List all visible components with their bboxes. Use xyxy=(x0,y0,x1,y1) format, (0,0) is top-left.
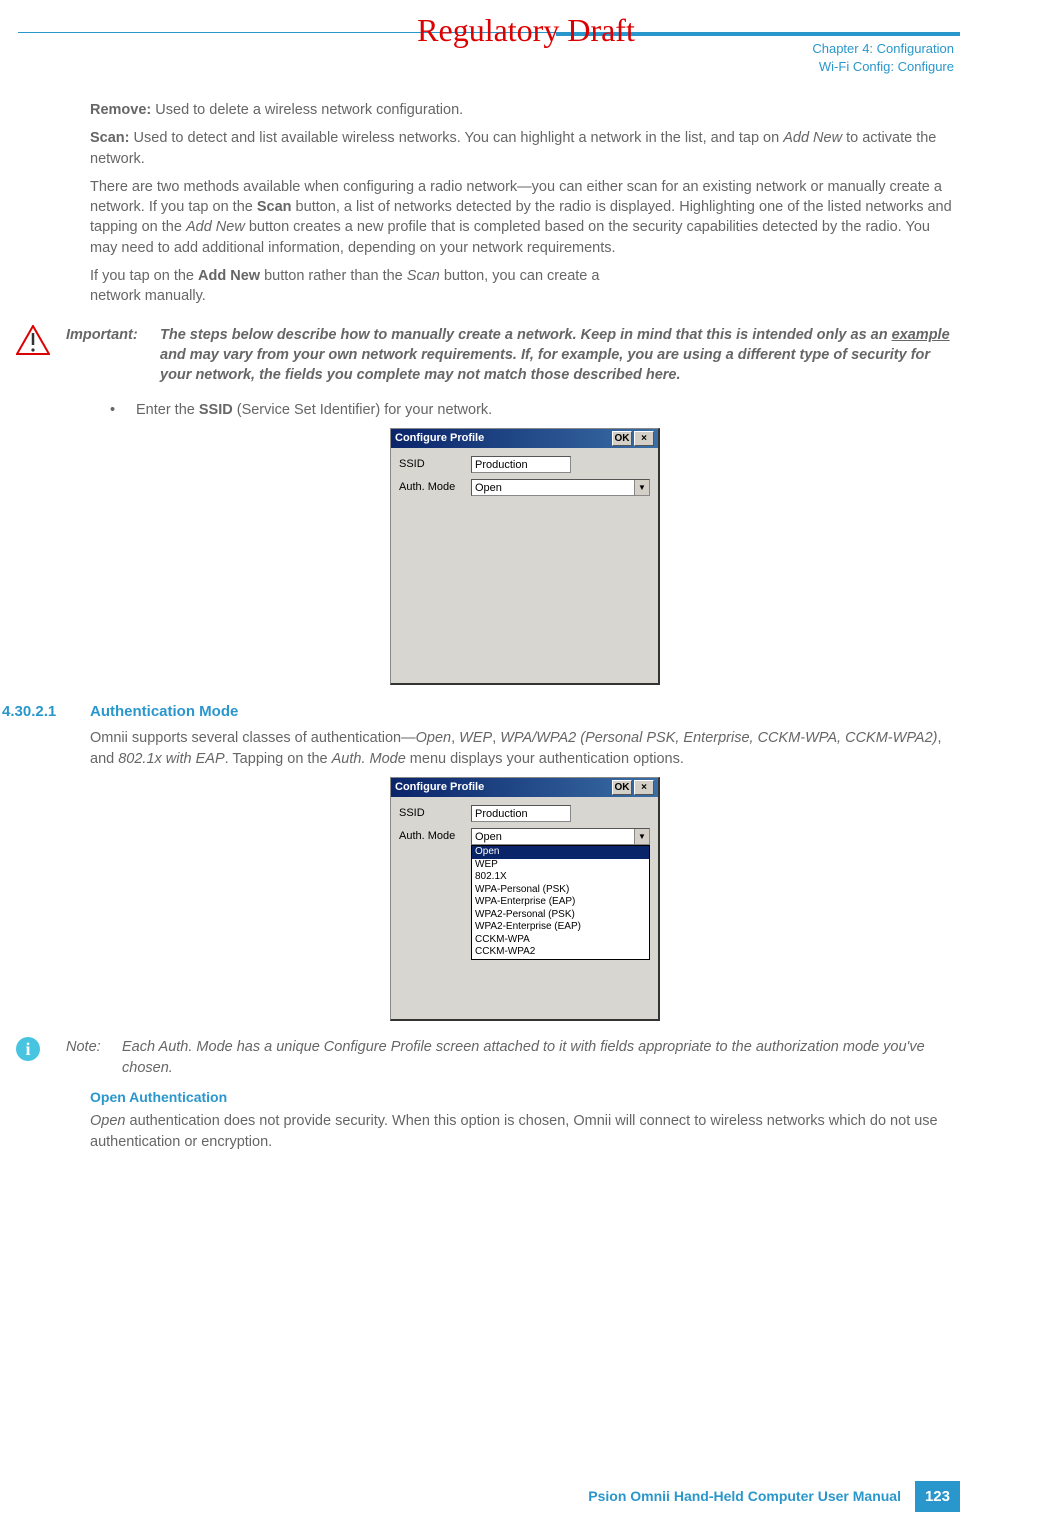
methods-paragraph: There are two methods available when con… xyxy=(90,177,960,258)
important-body-2: and may vary from your own network requi… xyxy=(160,347,930,383)
auth-text-1: Omnii supports several classes of authen… xyxy=(90,730,416,746)
auth-mode-paragraph: Omnii supports several classes of authen… xyxy=(90,728,960,769)
scan-paragraph: Scan: Used to detect and list available … xyxy=(90,128,960,169)
auth-select-2[interactable]: Open ▼ Open WEP 802.1X WPA-Personal (PSK… xyxy=(471,828,650,845)
bullet-text-1: Enter the xyxy=(136,402,199,418)
close-button-1[interactable]: × xyxy=(634,431,654,446)
scan-addnew-italic: Add New xyxy=(783,130,842,146)
auth-i2: WEP xyxy=(459,730,492,746)
manual-paragraph: If you tap on the Add New button rather … xyxy=(90,266,960,307)
bullet-ssid: • Enter the SSID (Service Set Identifier… xyxy=(110,400,960,420)
dropdown-option[interactable]: CCKM-WPA xyxy=(472,934,649,947)
footer-manual-title: Psion Omnii Hand-Held Computer User Manu… xyxy=(588,1487,901,1507)
section-4-30-2-1: 4.30.2.1 Authentication Mode xyxy=(90,701,960,722)
auth-i5: Auth. Mode xyxy=(332,751,406,767)
open-auth-italic: Open xyxy=(90,1113,125,1129)
auth-dropdown-list[interactable]: Open WEP 802.1X WPA-Personal (PSK) WPA-E… xyxy=(471,845,650,960)
configure-profile-window-2: Configure Profile OK × SSID Production A… xyxy=(390,777,660,1021)
bullet-text-2: (Service Set Identifier) for your networ… xyxy=(233,402,493,418)
remove-label: Remove: xyxy=(90,102,151,118)
dropdown-option[interactable]: WPA2-Enterprise (EAP) xyxy=(472,921,649,934)
auth-label-2: Auth. Mode xyxy=(399,829,471,844)
important-label: Important: xyxy=(66,325,160,386)
titlebar-2: Configure Profile OK × xyxy=(391,778,658,797)
ok-button-1[interactable]: OK xyxy=(612,431,632,446)
dropdown-option[interactable]: CCKM-WPA2 xyxy=(472,946,649,959)
close-button-2[interactable]: × xyxy=(634,780,654,795)
remove-text: Used to delete a wireless network config… xyxy=(151,102,463,118)
manual-text-1: If you tap on the xyxy=(90,268,198,284)
dropdown-arrow-icon[interactable]: ▼ xyxy=(634,480,649,495)
header-section-line: Wi-Fi Config: Configure xyxy=(812,58,954,76)
auth-i4: 802.1x with EAP xyxy=(118,751,224,767)
manual-scan-italic: Scan xyxy=(407,268,440,284)
ok-button-2[interactable]: OK xyxy=(612,780,632,795)
auth-select-1[interactable]: Open ▼ xyxy=(471,479,650,496)
info-icon: i xyxy=(16,1037,58,1078)
open-auth-text: authentication does not provide security… xyxy=(90,1113,938,1149)
auth-select-value-1: Open xyxy=(472,480,634,495)
footer-page-number: 123 xyxy=(915,1481,960,1512)
note-body: Each Auth. Mode has a unique Configure P… xyxy=(122,1037,960,1078)
manual-addnew-bold: Add New xyxy=(198,268,260,284)
watermark-text: Regulatory Draft xyxy=(0,8,1052,53)
scan-label: Scan: xyxy=(90,130,130,146)
auth-i3: WPA/WPA2 (Personal PSK, Enterprise, CCKM… xyxy=(500,730,937,746)
bullet-marker: • xyxy=(110,400,136,420)
section-number: 4.30.2.1 xyxy=(2,701,56,722)
open-auth-paragraph: Open authentication does not provide sec… xyxy=(90,1111,960,1152)
dropdown-arrow-icon-2[interactable]: ▼ xyxy=(634,829,649,844)
auth-text-2: , xyxy=(451,730,459,746)
ssid-input-2[interactable]: Production xyxy=(471,805,571,822)
ssid-label-1: SSID xyxy=(399,457,471,472)
dropdown-option[interactable]: WPA2-Personal (PSK) xyxy=(472,909,649,922)
ssid-label-2: SSID xyxy=(399,806,471,821)
screenshot-2: Configure Profile OK × SSID Production A… xyxy=(90,777,960,1021)
screenshot-1: Configure Profile OK × SSID Production A… xyxy=(90,428,960,685)
auth-text-6: menu displays your authentication option… xyxy=(406,751,684,767)
methods-addnew-italic: Add New xyxy=(186,219,245,235)
auth-text-5: . Tapping on the xyxy=(225,751,332,767)
open-auth-title: Open Authentication xyxy=(90,1088,960,1108)
bullet-ssid-bold: SSID xyxy=(199,402,233,418)
auth-label-1: Auth. Mode xyxy=(399,480,471,495)
remove-paragraph: Remove: Used to delete a wireless networ… xyxy=(90,100,960,120)
auth-i1: Open xyxy=(416,730,451,746)
manual-text-3: button, you can create a xyxy=(440,268,600,284)
dropdown-option[interactable]: WEP xyxy=(472,859,649,872)
warning-icon xyxy=(16,325,58,386)
bullet-text: Enter the SSID (Service Set Identifier) … xyxy=(136,400,960,420)
important-body-1: The steps below describe how to manually… xyxy=(160,327,892,343)
important-underline: example xyxy=(892,327,950,343)
dropdown-option[interactable]: 802.1X xyxy=(472,871,649,884)
ssid-input-1[interactable]: Production xyxy=(471,456,571,473)
scan-text-1: Used to detect and list available wirele… xyxy=(130,130,784,146)
important-callout: Important: The steps below describe how … xyxy=(16,325,960,386)
section-title-text: Authentication Mode xyxy=(90,703,238,720)
manual-text-4: network manually. xyxy=(90,288,206,304)
note-label: Note: xyxy=(66,1037,122,1078)
dropdown-option[interactable]: WPA-Enterprise (EAP) xyxy=(472,896,649,909)
dropdown-option[interactable]: WPA-Personal (PSK) xyxy=(472,884,649,897)
manual-text-2: button rather than the xyxy=(260,268,407,284)
titlebar-text-1: Configure Profile xyxy=(395,431,610,446)
important-body: The steps below describe how to manually… xyxy=(160,325,960,386)
titlebar-text-2: Configure Profile xyxy=(395,780,610,795)
configure-profile-window-1: Configure Profile OK × SSID Production A… xyxy=(390,428,660,685)
note-callout: i Note: Each Auth. Mode has a unique Con… xyxy=(16,1037,960,1078)
footer: Psion Omnii Hand-Held Computer User Manu… xyxy=(588,1481,960,1512)
methods-scan-bold: Scan xyxy=(257,199,292,215)
auth-select-value-2: Open xyxy=(472,829,634,844)
dropdown-option[interactable]: Open xyxy=(472,846,649,859)
titlebar-1: Configure Profile OK × xyxy=(391,429,658,448)
